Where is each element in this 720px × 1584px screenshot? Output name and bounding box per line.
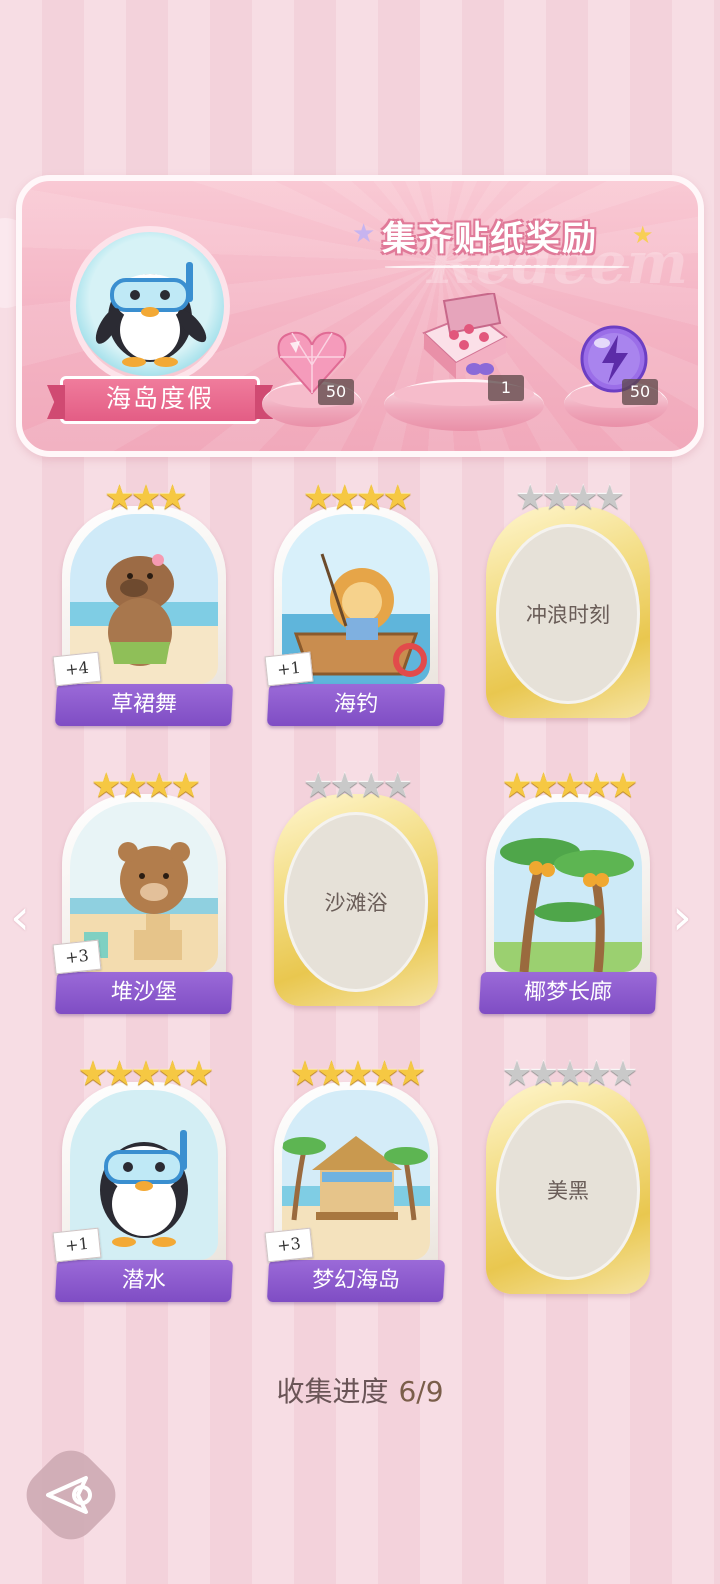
star-icon: ★ xyxy=(554,766,586,806)
star-icon: ★ xyxy=(356,478,387,518)
star-icon: ★ xyxy=(369,1054,400,1094)
star-icon: ★ xyxy=(607,766,639,806)
star-rating: ★★★★ xyxy=(274,478,438,518)
card-name: 沙滩浴 xyxy=(284,812,428,992)
sticker-card[interactable]: ★★★★★ 潜水 +1 xyxy=(52,1054,234,1302)
card-name: 海钓 xyxy=(266,684,446,726)
star-icon: ★ xyxy=(581,1054,612,1094)
card-name: 堆沙堡 xyxy=(54,972,234,1014)
duplicate-count: +3 xyxy=(52,939,102,975)
star-icon: ★ xyxy=(157,478,188,518)
star-icon: ★ xyxy=(329,478,361,518)
title-underline xyxy=(382,265,632,269)
star-icon: ★ xyxy=(581,766,612,806)
sticker-card[interactable]: ★★★ 草裙舞 +4 xyxy=(52,478,234,726)
star-icon: ★ xyxy=(395,1054,427,1094)
card-name: 椰梦长廊 xyxy=(478,972,658,1014)
star-icon: ★ xyxy=(352,219,376,249)
card-name: 梦幻海岛 xyxy=(266,1260,446,1302)
sticker-card[interactable]: ★★★★ 堆沙堡 +3 xyxy=(52,766,234,1014)
card-name: 冲浪时刻 xyxy=(496,524,640,704)
star-icon: ★ xyxy=(607,1054,639,1094)
sticker-card[interactable]: ★★★★ 海钓 +1 xyxy=(264,478,446,726)
collection-progress: 收集进度 6/9 xyxy=(0,1370,720,1410)
card-name: 美黑 xyxy=(496,1100,640,1280)
progress-label: 收集进度 xyxy=(276,1375,389,1408)
card-name: 潜水 xyxy=(54,1260,234,1302)
duplicate-count: +4 xyxy=(52,651,102,687)
star-icon: ★ xyxy=(316,1054,347,1094)
reward-count: 50 xyxy=(622,379,658,405)
star-icon: ★ xyxy=(594,478,625,518)
star-icon: ★ xyxy=(356,766,387,806)
star-rating: ★★★★★ xyxy=(486,766,650,806)
star-rating: ★★★★ xyxy=(62,766,226,806)
palm-trees-art xyxy=(494,802,642,972)
card-name: 草裙舞 xyxy=(54,684,234,726)
banner-title: 集齐贴纸奖励 xyxy=(382,219,598,259)
star-icon: ★ xyxy=(144,766,175,806)
set-name-ribbon: 海岛度假 xyxy=(60,376,260,424)
star-icon: ★ xyxy=(104,478,135,518)
star-icon: ★ xyxy=(183,1054,215,1094)
star-rating: ★★★ xyxy=(62,478,226,518)
star-icon: ★ xyxy=(289,1054,321,1094)
star-icon: ★ xyxy=(303,766,334,806)
duplicate-count: +3 xyxy=(264,1227,314,1263)
star-icon: ★ xyxy=(528,766,559,806)
star-icon: ★ xyxy=(515,478,546,518)
star-icon: ★ xyxy=(632,221,654,249)
star-rating: ★★★★ xyxy=(486,478,650,518)
duplicate-count: +1 xyxy=(52,1227,102,1263)
star-icon: ★ xyxy=(104,1054,135,1094)
gift-box-icon xyxy=(422,293,508,379)
star-rating: ★★★★ xyxy=(274,766,438,806)
next-page-arrow-icon[interactable]: › xyxy=(672,890,706,944)
sticker-card-locked[interactable]: 美黑 ★★★★★ xyxy=(486,1054,650,1294)
reward-count: 1 xyxy=(488,375,524,401)
star-icon: ★ xyxy=(342,1054,374,1094)
back-arrow-icon xyxy=(46,1476,92,1514)
star-icon: ★ xyxy=(157,1054,188,1094)
star-rating: ★★★★★ xyxy=(62,1054,226,1094)
star-icon: ★ xyxy=(130,1054,162,1094)
star-icon: ★ xyxy=(382,766,413,806)
star-icon: ★ xyxy=(77,1054,109,1094)
star-icon: ★ xyxy=(130,478,162,518)
penguin-snorkel-icon xyxy=(95,262,207,367)
star-icon: ★ xyxy=(528,1054,559,1094)
star-icon: ★ xyxy=(501,1054,533,1094)
star-icon: ★ xyxy=(554,1054,586,1094)
star-icon: ★ xyxy=(303,478,334,518)
duplicate-count: +1 xyxy=(264,651,314,687)
star-icon: ★ xyxy=(568,478,599,518)
star-icon: ★ xyxy=(501,766,533,806)
star-icon: ★ xyxy=(541,478,573,518)
star-rating: ★★★★★ xyxy=(274,1054,438,1094)
star-icon: ★ xyxy=(170,766,201,806)
sticker-card[interactable]: ★★★★★ 椰梦长廊 xyxy=(478,766,658,1014)
sticker-card-locked[interactable]: 冲浪时刻 ★★★★ xyxy=(486,478,650,718)
sticker-card[interactable]: ★★★★★ 梦幻海岛 +3 xyxy=(264,1054,446,1302)
set-badge: 海岛度假 xyxy=(60,226,260,424)
star-rating: ★★★★★ xyxy=(486,1054,650,1094)
prev-page-arrow-icon[interactable]: ‹ xyxy=(10,890,44,944)
reward-banner: Redeem ★ 集齐贴纸奖励 ★ 海岛度假 50 1 50 xyxy=(16,175,704,457)
star-icon: ★ xyxy=(382,478,413,518)
sticker-card-locked[interactable]: 沙滩浴 ★★★★ xyxy=(274,766,438,1006)
reward-count: 50 xyxy=(318,379,354,405)
star-icon: ★ xyxy=(117,766,149,806)
progress-value: 6/9 xyxy=(398,1375,444,1408)
star-icon: ★ xyxy=(91,766,122,806)
star-icon: ★ xyxy=(329,766,361,806)
